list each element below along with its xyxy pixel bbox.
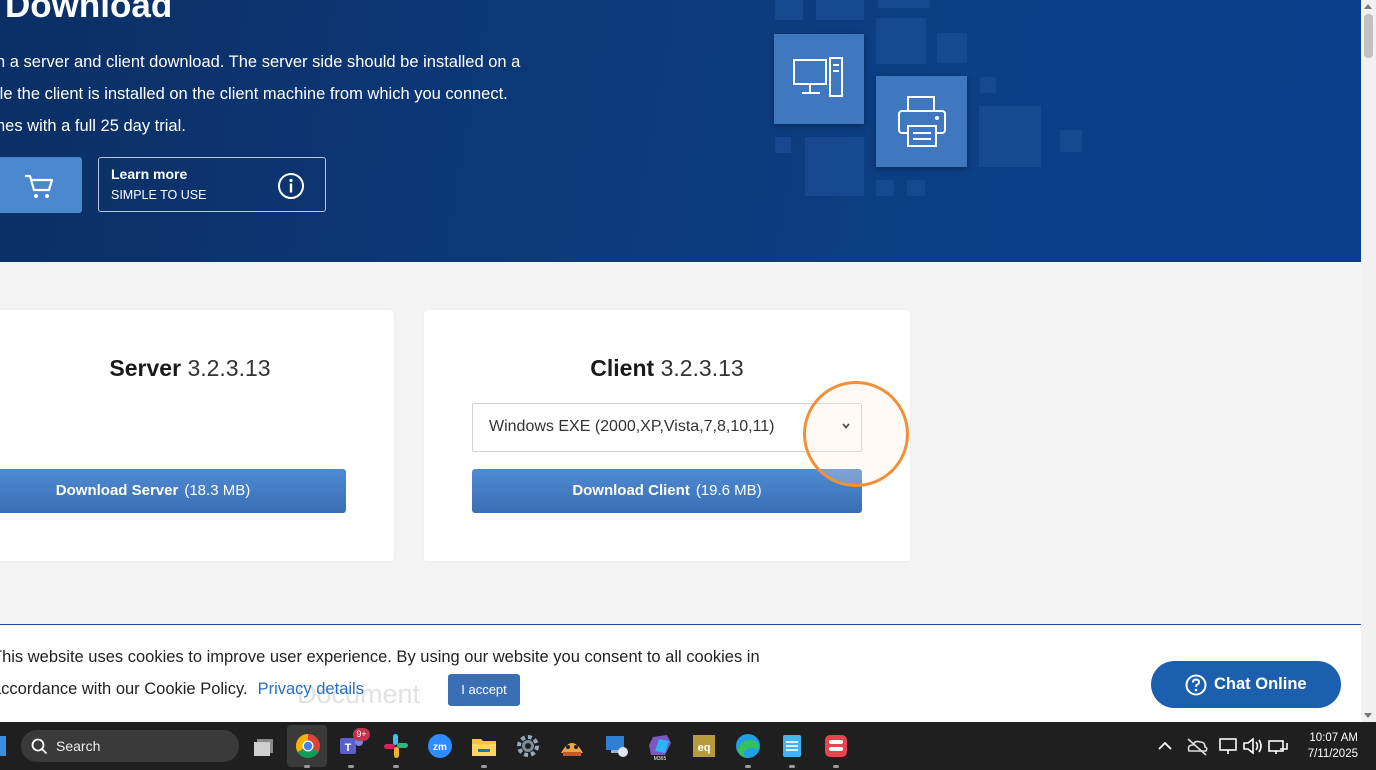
chat-online-button[interactable]: Chat Online: [1151, 661, 1341, 708]
teams-notification-badge: 9+: [353, 728, 370, 741]
settings-icon[interactable]: [513, 731, 543, 761]
download-server-label: Download Server: [55, 482, 179, 499]
taskbar-search[interactable]: Search: [21, 730, 239, 762]
taskbar: Search T 9+ zm M365 eq 10:07 AM 7/11/202…: [0, 722, 1376, 770]
running-indicator: [745, 765, 751, 768]
chevron-up-icon[interactable]: [1150, 731, 1180, 761]
cookie-message-text: accordance with our Cookie Policy.: [0, 680, 248, 698]
svg-text:zm: zm: [433, 742, 447, 753]
clock-time: 10:07 AM: [1309, 732, 1358, 744]
start-button[interactable]: [0, 736, 6, 756]
client-heading: Client 3.2.3.13: [424, 355, 910, 382]
highlight-circle: [803, 381, 909, 487]
hero-description: n a server and client download. The serv…: [0, 46, 596, 142]
learn-more-subtitle: SIMPLE TO USE: [111, 188, 207, 202]
download-client-size: (19.6 MB): [695, 482, 762, 499]
scrollbar-thumb[interactable]: [1364, 14, 1373, 58]
edge-icon[interactable]: [733, 731, 763, 761]
server-version: 3.2.3.13: [187, 355, 271, 381]
notepad-icon[interactable]: [777, 731, 807, 761]
hero-banner: Download n a server and client download.…: [0, 0, 1361, 262]
file-explorer-icon[interactable]: [469, 731, 499, 761]
running-indicator: [304, 765, 310, 768]
app-eq-icon[interactable]: eq: [689, 731, 719, 761]
page-scrollbar[interactable]: [1361, 0, 1376, 722]
computer-tile: [774, 34, 864, 124]
taskbar-search-placeholder: Search: [56, 738, 101, 754]
running-indicator: [789, 765, 795, 768]
server-card: Server 3.2.3.13 Download Server (18.3 MB): [0, 310, 394, 561]
buy-button[interactable]: [0, 157, 82, 213]
client-name: Client: [590, 355, 655, 381]
learn-more-button[interactable]: Learn more SIMPLE TO USE: [98, 157, 326, 212]
scroll-up-arrow[interactable]: [1364, 4, 1372, 9]
cookie-message-line2: accordance with our Cookie Policy. Privac…: [0, 673, 760, 705]
cookie-message-line: This website uses cookies to improve use…: [0, 648, 760, 666]
download-client-label: Download Client: [572, 482, 690, 499]
printer-tile: [876, 76, 967, 167]
app-icon[interactable]: [557, 731, 587, 761]
app-red-icon[interactable]: [821, 731, 851, 761]
server-heading: Server 3.2.3.13: [40, 355, 340, 382]
system-clock[interactable]: 10:07 AM 7/11/2025: [1296, 730, 1358, 762]
privacy-details-link[interactable]: Privacy details: [258, 680, 364, 698]
slack-icon[interactable]: [381, 731, 411, 761]
download-client-button[interactable]: Download Client (19.6 MB): [472, 469, 862, 513]
download-server-size: (18.3 MB): [184, 482, 251, 499]
running-indicator: [348, 765, 354, 768]
info-icon: [278, 173, 304, 199]
chat-online-label: Chat Online: [1214, 675, 1307, 693]
cookie-message: This website uses cookies to improve use…: [0, 641, 760, 705]
search-icon: [31, 738, 48, 755]
network-icon[interactable]: [1263, 731, 1293, 761]
accept-cookies-button[interactable]: I accept: [448, 674, 520, 706]
hero-description-line: n a server and client download. The serv…: [0, 53, 521, 71]
remote-desktop-icon[interactable]: [601, 731, 631, 761]
download-server-button[interactable]: Download Server (18.3 MB): [0, 469, 346, 513]
running-indicator: [833, 765, 839, 768]
page-title: Download: [5, 0, 173, 25]
cart-icon: [25, 174, 54, 198]
cookie-banner: Document This website uses cookies to im…: [0, 624, 1361, 722]
printer-icon: [898, 96, 946, 147]
chrome-icon[interactable]: [293, 731, 323, 761]
running-indicator: [393, 765, 399, 768]
running-indicator: [481, 765, 487, 768]
client-version: 3.2.3.13: [660, 355, 744, 381]
task-view-icon[interactable]: [250, 731, 280, 761]
hero-description-line: ile the client is installed on the clien…: [0, 85, 508, 103]
clock-date: 7/11/2025: [1307, 748, 1358, 760]
svg-text:eq: eq: [698, 742, 711, 754]
scroll-down-arrow[interactable]: [1364, 713, 1372, 718]
hero-description-line: nes with a full 25 day trial.: [0, 117, 186, 135]
learn-more-title: Learn more: [111, 166, 188, 182]
help-icon: [1185, 674, 1207, 696]
microsoft365-icon[interactable]: M365: [645, 731, 675, 761]
svg-text:T: T: [345, 742, 352, 754]
computer-icon: [793, 57, 843, 97]
svg-text:M365: M365: [654, 756, 667, 761]
onedrive-offline-icon[interactable]: [1182, 731, 1212, 761]
platform-select-value: Windows EXE (2000,XP,Vista,7,8,10,11): [489, 418, 775, 435]
server-name: Server: [109, 355, 182, 381]
page: Download n a server and client download.…: [0, 0, 1361, 722]
zoom-icon[interactable]: zm: [425, 731, 455, 761]
